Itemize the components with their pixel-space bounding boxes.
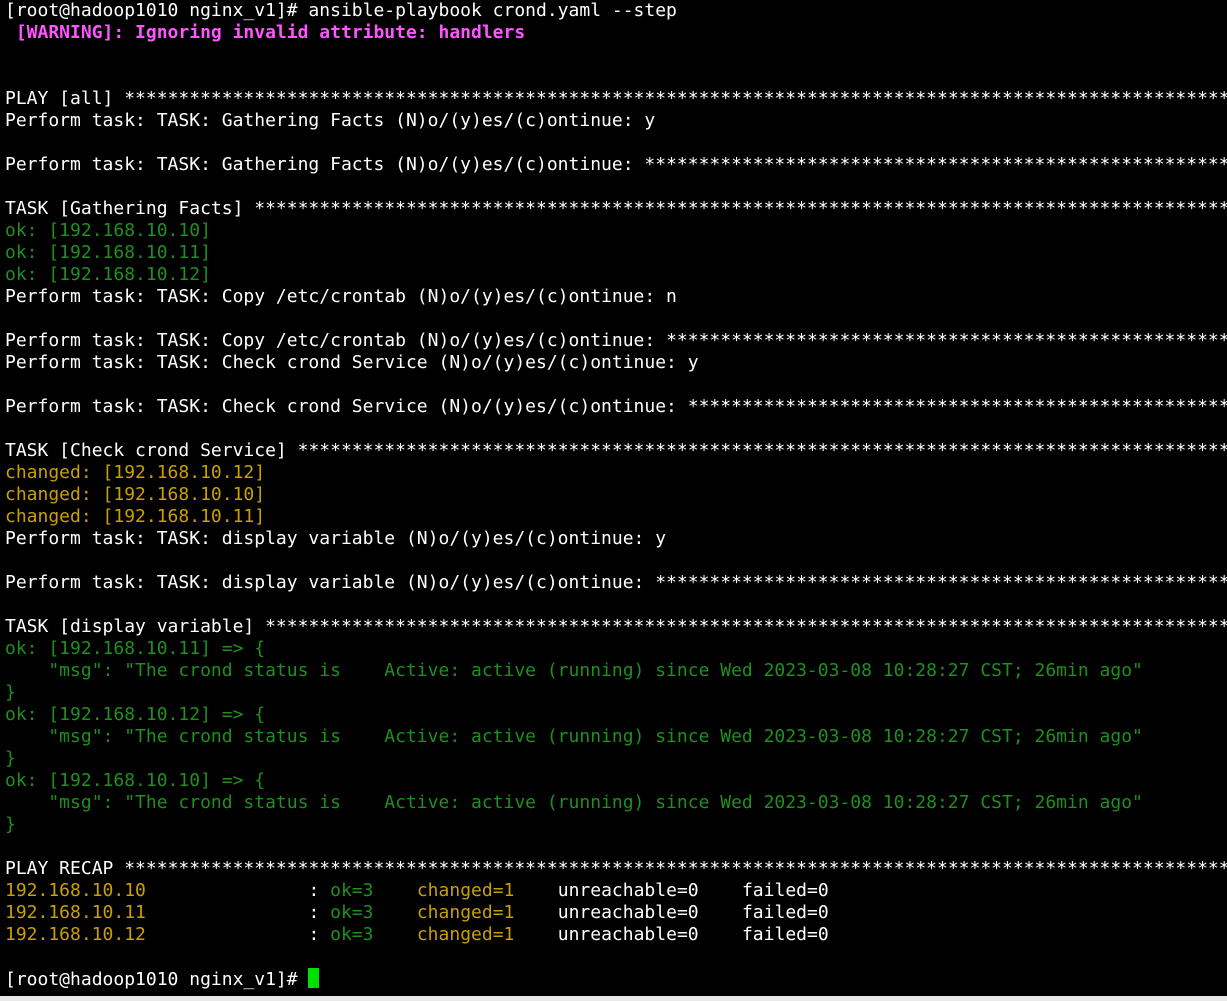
stars-separator: ****************************************…	[297, 440, 1227, 461]
recap-ok: ok=3	[330, 880, 374, 901]
recap-host: 192.168.10.12	[5, 924, 146, 945]
stars-separator: ****************************************…	[265, 616, 1227, 637]
changed-result-line: changed: [192.168.10.12]	[5, 462, 266, 483]
recap-gap	[373, 880, 416, 901]
stars-separator: ****************************************…	[655, 572, 1227, 593]
recap-separator: :	[145, 902, 331, 923]
recap-row: 192.168.10.10 : ok=3 changed=1 unreachab…	[5, 880, 1227, 902]
stars-separator: ****************************************…	[687, 396, 1227, 417]
recap-gap	[373, 902, 416, 923]
task-header: TASK [Check crond Service] *************…	[5, 440, 1227, 462]
recap-ok: ok=3	[330, 924, 374, 945]
ok-result-line: ok: [192.168.10.11] => {	[5, 638, 266, 659]
step-prompt-line: Perform task: TASK: Check crond Service …	[5, 396, 1227, 418]
ok-result-line: ok: [192.168.10.12]	[5, 264, 211, 285]
play-header: PLAY [all] *****************************…	[5, 88, 1227, 110]
stars-separator: ****************************************…	[124, 858, 1227, 879]
play-header-label: PLAY [all]	[5, 88, 125, 109]
recap-rest: unreachable=0 failed=0	[514, 880, 829, 901]
shell-prompt: [root@hadoop1010 nginx_v1]#	[5, 969, 309, 990]
ok-result-line: ok: [192.168.10.10] => {	[5, 770, 266, 791]
step-prompt-line: Perform task: TASK: Gathering Facts (N)o…	[5, 110, 656, 131]
step-prompt-line: Perform task: TASK: Gathering Facts (N)o…	[5, 154, 1227, 176]
step-prompt-line: Perform task: TASK: Check crond Service …	[5, 352, 699, 373]
recap-gap	[373, 924, 416, 945]
msg-line: "msg": "The crond status is Active: acti…	[5, 660, 1143, 681]
task-header-label: TASK [Check crond Service]	[5, 440, 298, 461]
recap-separator: :	[145, 880, 331, 901]
msg-line: "msg": "The crond status is Active: acti…	[5, 792, 1143, 813]
play-recap-header: PLAY RECAP *****************************…	[5, 858, 1227, 880]
changed-result-line: changed: [192.168.10.11]	[5, 506, 266, 527]
task-header-label: TASK [display variable]	[5, 616, 266, 637]
msg-line: "msg": "The crond status is Active: acti…	[5, 726, 1143, 747]
brace-line: }	[5, 748, 16, 769]
recap-rest: unreachable=0 failed=0	[514, 902, 829, 923]
recap-separator: :	[145, 924, 331, 945]
step-prompt-label: Perform task: TASK: display variable (N)…	[5, 572, 656, 593]
text-cursor[interactable]	[308, 968, 320, 988]
play-recap-label: PLAY RECAP	[5, 858, 125, 879]
task-header-label: TASK [Gathering Facts]	[5, 198, 255, 219]
recap-host: 192.168.10.10	[5, 880, 146, 901]
ok-result-line: ok: [192.168.10.10]	[5, 220, 211, 241]
terminal-window[interactable]: [root@hadoop1010 nginx_v1]# ansible-play…	[0, 0, 1227, 996]
task-header: TASK [display variable] ****************…	[5, 616, 1227, 638]
warning-line: [WARNING]: Ignoring invalid attribute: h…	[5, 22, 526, 43]
recap-rest: unreachable=0 failed=0	[514, 924, 829, 945]
brace-line: }	[5, 814, 16, 835]
stars-separator: ****************************************…	[124, 88, 1227, 109]
step-prompt-line: Perform task: TASK: display variable (N)…	[5, 528, 667, 549]
recap-ok: ok=3	[330, 902, 374, 923]
ok-result-line: ok: [192.168.10.11]	[5, 242, 211, 263]
recap-row: 192.168.10.11 : ok=3 changed=1 unreachab…	[5, 902, 1227, 924]
changed-result-line: changed: [192.168.10.10]	[5, 484, 266, 505]
window-bottom-edge	[0, 996, 1227, 1001]
brace-line: }	[5, 682, 16, 703]
stars-separator: ****************************************…	[666, 330, 1227, 351]
recap-row: 192.168.10.12 : ok=3 changed=1 unreachab…	[5, 924, 1227, 946]
stars-separator: ****************************************…	[644, 154, 1227, 175]
recap-changed: changed=1	[416, 902, 515, 923]
task-header: TASK [Gathering Facts] *****************…	[5, 198, 1227, 220]
step-prompt-label: Perform task: TASK: Check crond Service …	[5, 396, 688, 417]
recap-changed: changed=1	[416, 924, 515, 945]
step-prompt-line: Perform task: TASK: display variable (N)…	[5, 572, 1227, 594]
recap-changed: changed=1	[416, 880, 515, 901]
step-prompt-line: Perform task: TASK: Copy /etc/crontab (N…	[5, 286, 677, 307]
step-prompt-line: Perform task: TASK: Copy /etc/crontab (N…	[5, 330, 1227, 352]
step-prompt-label: Perform task: TASK: Copy /etc/crontab (N…	[5, 330, 667, 351]
command-line: [root@hadoop1010 nginx_v1]# ansible-play…	[5, 0, 677, 21]
stars-separator: ****************************************…	[254, 198, 1227, 219]
ok-result-line: ok: [192.168.10.12] => {	[5, 704, 266, 725]
shell-prompt-line[interactable]: [root@hadoop1010 nginx_v1]#	[5, 968, 1227, 990]
recap-host: 192.168.10.11	[5, 902, 146, 923]
step-prompt-label: Perform task: TASK: Gathering Facts (N)o…	[5, 154, 645, 175]
